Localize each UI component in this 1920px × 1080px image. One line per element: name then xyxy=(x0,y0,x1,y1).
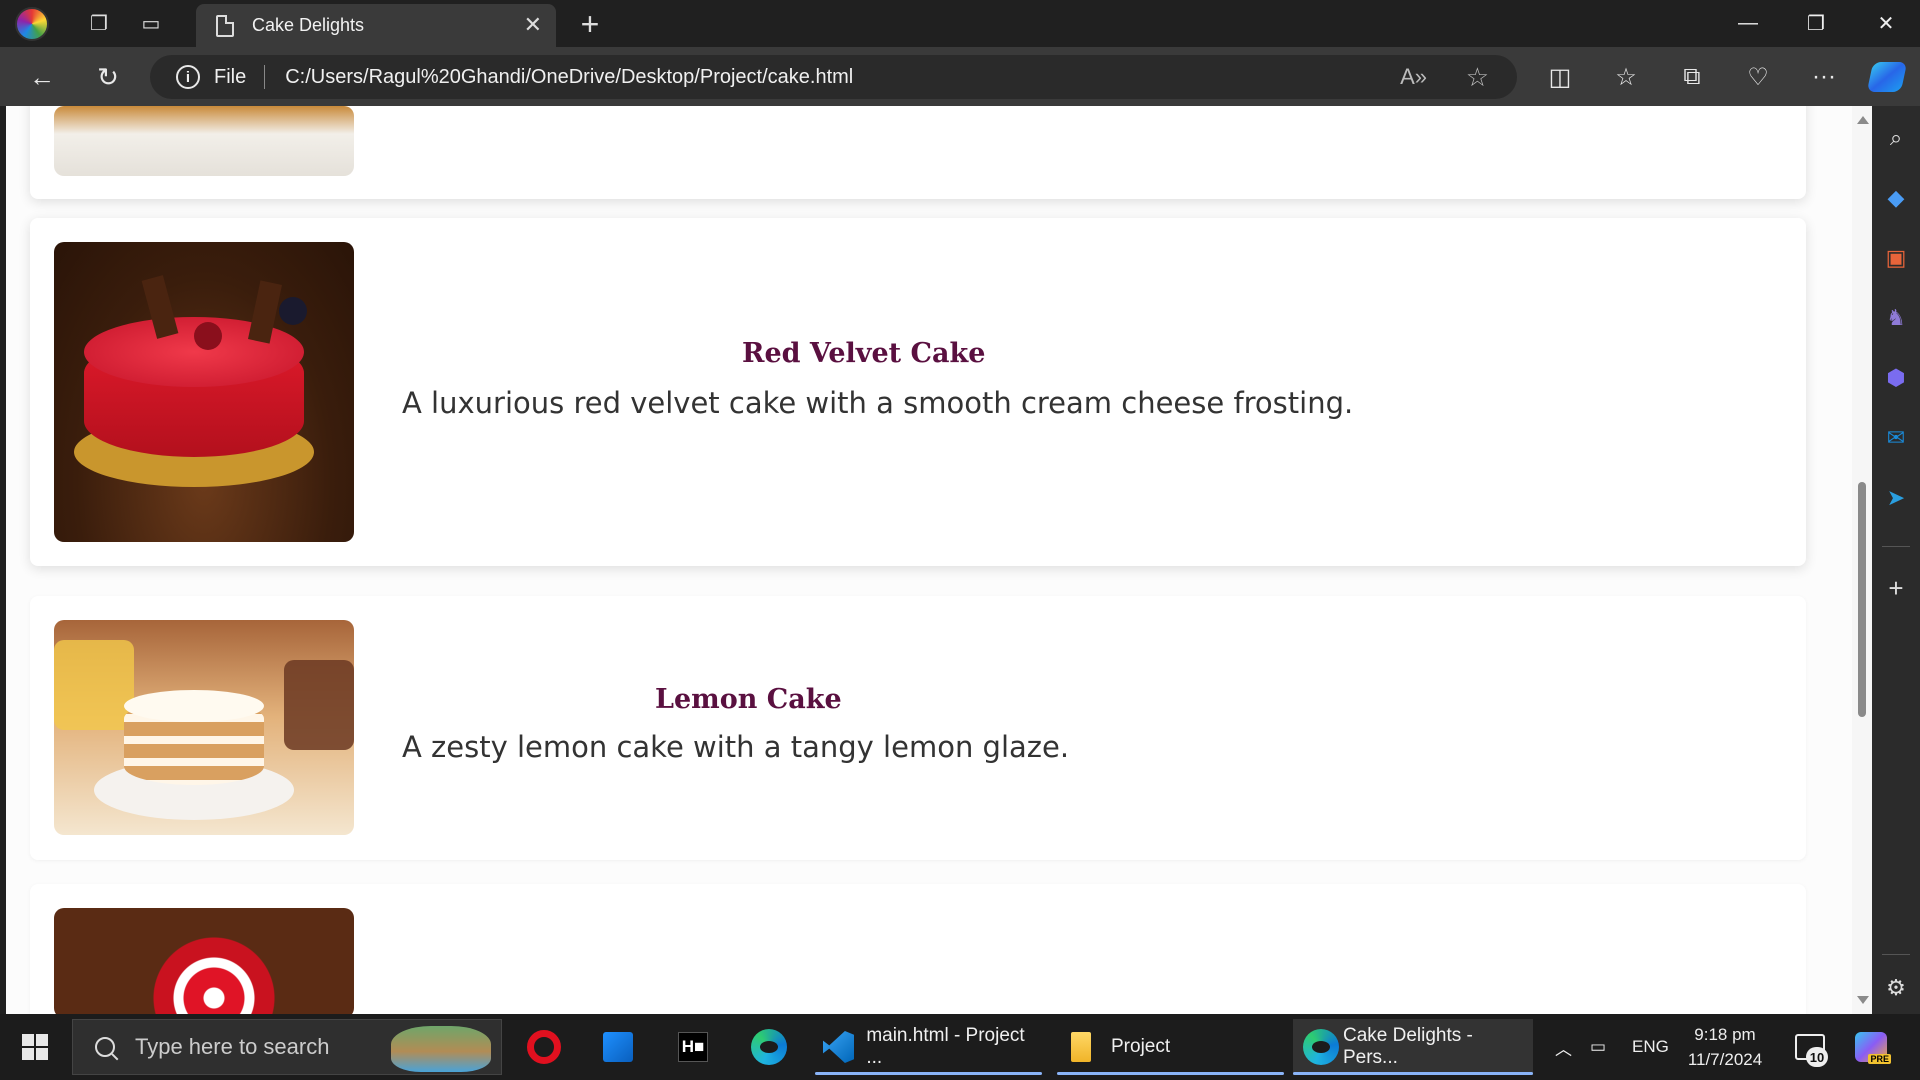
scroll-up-arrow[interactable] xyxy=(1857,116,1869,124)
copilot-preview-icon[interactable]: PRE xyxy=(1855,1032,1891,1064)
cake-description: A zesty lemon cake with a tangy lemon gl… xyxy=(402,730,1070,764)
taskbar-clock[interactable]: 9:18 pm 11/7/2024 xyxy=(1680,1022,1770,1072)
back-arrow-icon[interactable]: ← xyxy=(22,57,62,97)
windows-taskbar: Type here to search H■ main.html - Proje… xyxy=(0,1014,1920,1080)
red-velvet-cake-image xyxy=(54,242,354,542)
games-icon[interactable]: ♞ xyxy=(1880,302,1912,334)
favorites-icon[interactable]: ☆ xyxy=(1606,57,1646,97)
tab-title: Cake Delights xyxy=(252,15,365,35)
browser-essentials-icon[interactable]: ♡ xyxy=(1738,57,1778,97)
document-icon xyxy=(216,14,234,37)
input-language[interactable]: ENG xyxy=(1632,1014,1669,1080)
copilot-preview-badge: PRE xyxy=(1868,1054,1891,1064)
cake-title: Lemon Cake xyxy=(655,684,842,715)
close-tab-icon[interactable]: ✕ xyxy=(524,12,542,38)
outlook-icon[interactable]: ✉ xyxy=(1880,422,1912,454)
split-screen-icon[interactable]: ◫ xyxy=(1540,57,1580,97)
taskbar-search-box[interactable]: Type here to search xyxy=(72,1019,502,1075)
edge-icon xyxy=(1303,1029,1339,1065)
cake-card-previous xyxy=(30,106,1806,199)
taskbar-app-edge[interactable]: Cake Delights - Pers... xyxy=(1293,1019,1533,1075)
read-aloud-icon[interactable]: A» xyxy=(1400,64,1427,90)
page-viewport: Red Velvet Cake A luxurious red velvet c… xyxy=(6,106,1852,1014)
vertical-tabs-icon[interactable]: ▭ xyxy=(131,4,171,44)
microsoft-365-icon[interactable]: ⬢ xyxy=(1880,362,1912,394)
taskbar-app-vscode[interactable]: main.html - Project ... xyxy=(815,1019,1042,1075)
favorite-star-icon[interactable]: ☆ xyxy=(1466,62,1489,93)
lemon-cake-image xyxy=(54,620,354,835)
taskbar-app-label: main.html - Project ... xyxy=(866,1025,1025,1068)
search-icon xyxy=(90,1032,120,1062)
address-separator xyxy=(264,65,266,89)
close-window-button[interactable]: ✕ xyxy=(1852,0,1920,47)
add-icon[interactable]: + xyxy=(1880,572,1912,604)
edge-sidebar: ⌕ ◆ ▣ ♞ ⬢ ✉ ➤ + ⚙ xyxy=(1872,106,1920,1014)
search-icon[interactable]: ⌕ xyxy=(1880,122,1912,154)
folder-icon xyxy=(1071,1032,1091,1062)
hn-app-icon[interactable]: H■ xyxy=(678,1019,708,1075)
coconut-cake-image xyxy=(54,106,354,176)
address-url[interactable]: C:/Users/Ragul%20Ghandi/OneDrive/Desktop… xyxy=(285,66,853,89)
store-app-icon[interactable] xyxy=(603,1019,633,1075)
cake-card: Red Velvet Cake A luxurious red velvet c… xyxy=(30,218,1806,566)
battery-icon[interactable]: ▭ xyxy=(1590,1014,1606,1080)
search-highlight-image xyxy=(391,1026,491,1072)
new-tab-button[interactable]: + xyxy=(570,4,610,44)
taskbar-app-label: Project xyxy=(1111,1036,1171,1057)
clock-date: 11/7/2024 xyxy=(1687,1050,1763,1069)
edge-app-icon[interactable] xyxy=(751,1019,787,1075)
cake-card: Lemon Cake A zesty lemon cake with a tan… xyxy=(30,596,1806,860)
page-scrollbar[interactable] xyxy=(1852,106,1872,1014)
tab-cake-delights[interactable]: Cake Delights ✕ xyxy=(196,4,556,47)
info-icon[interactable]: i xyxy=(176,65,200,89)
collections-icon[interactable]: ⧉ xyxy=(1672,57,1712,97)
address-scheme-label: File xyxy=(214,65,247,88)
more-options-icon[interactable]: ··· xyxy=(1804,57,1844,97)
cake-description: A luxurious red velvet cake with a smoot… xyxy=(402,386,1354,420)
restore-button[interactable]: ❐ xyxy=(1782,0,1850,47)
tray-overflow-chevron-icon[interactable]: ︿ xyxy=(1555,1014,1572,1080)
cake-title: Red Velvet Cake xyxy=(742,338,986,369)
workspaces-icon[interactable]: ❐ xyxy=(79,4,119,44)
opera-app-icon[interactable] xyxy=(527,1019,561,1075)
clock-time: 9:18 pm xyxy=(1694,1025,1756,1044)
strawberry-cake-image xyxy=(54,908,354,1014)
scroll-thumb[interactable] xyxy=(1858,482,1866,717)
vscode-icon xyxy=(823,1031,855,1063)
sidebar-divider xyxy=(1882,954,1910,955)
taskbar-app-explorer[interactable]: Project xyxy=(1057,1019,1284,1075)
scroll-down-arrow[interactable] xyxy=(1857,996,1869,1004)
refresh-icon[interactable]: ↻ xyxy=(88,57,128,97)
address-bar[interactable]: i File C:/Users/Ragul%20Ghandi/OneDrive/… xyxy=(150,55,1517,99)
profile-avatar[interactable] xyxy=(15,6,49,41)
send-icon[interactable]: ➤ xyxy=(1880,482,1912,514)
settings-gear-icon[interactable]: ⚙ xyxy=(1880,972,1912,1004)
windows-start-icon[interactable] xyxy=(22,1034,48,1060)
cake-card-next xyxy=(30,884,1806,1014)
shopping-tag-icon[interactable]: ◆ xyxy=(1880,182,1912,214)
navigation-bar: ← ↻ i File C:/Users/Ragul%20Ghandi/OneDr… xyxy=(0,47,1920,106)
tools-icon[interactable]: ▣ xyxy=(1880,242,1912,274)
minimize-button[interactable]: — xyxy=(1714,0,1782,47)
sidebar-divider xyxy=(1882,546,1910,547)
notification-count-badge: 10 xyxy=(1806,1047,1828,1067)
search-placeholder: Type here to search xyxy=(135,1034,330,1059)
taskbar-app-label: Cake Delights - Pers... xyxy=(1342,1025,1473,1068)
